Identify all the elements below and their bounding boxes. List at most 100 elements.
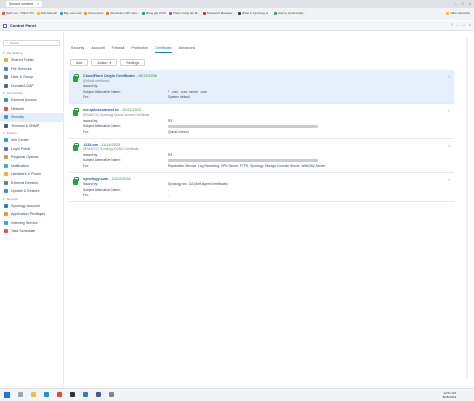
sidebar-section-label: File Sharing (6, 51, 23, 55)
sidebar-item-notification[interactable]: Notification (0, 162, 63, 171)
clock-date: 8/28/2023 (442, 395, 456, 399)
external-devices-icon (4, 180, 8, 185)
sidebar-item-label: Terminal & SNMP (11, 123, 40, 128)
for-row: For: System default (83, 95, 454, 99)
chrome-icon[interactable] (57, 392, 62, 397)
sidebar-item-info-center[interactable]: Info Center (0, 136, 63, 145)
sidebar-item-hardware-power[interactable]: Hardware & Power (0, 170, 63, 179)
tab-firewall[interactable]: Firewall (112, 46, 125, 53)
cert-expiry: - 11/14/2023 (98, 142, 121, 147)
maximize-icon[interactable]: □ (462, 2, 464, 6)
san-value (168, 124, 454, 128)
cert-name-text: .i234.me (83, 142, 98, 147)
mail-icon[interactable] (83, 392, 88, 397)
bookmark-item[interactable]: What is Synology H... (237, 11, 271, 15)
edge-icon[interactable] (44, 392, 49, 397)
search-input[interactable]: ⌕ Search (3, 40, 60, 46)
certificate-name: .i234.me - 11/14/2023 (83, 143, 454, 147)
app-title: Control Panel (10, 23, 37, 28)
redacted-value (168, 124, 318, 128)
close-icon[interactable]: × (37, 2, 39, 6)
control-panel-icon (3, 23, 7, 28)
close-app-icon[interactable]: × (469, 23, 471, 27)
bookmark-item[interactable]: Documents (84, 11, 103, 15)
sidebar-item-synology-account[interactable]: Synology Account (0, 202, 63, 211)
sidebar-item-regional-options[interactable]: Regional Options (0, 153, 63, 162)
settings-app-icon[interactable] (109, 392, 114, 397)
certificate-item[interactable]: ˄ CloudFlare Origin Certificate - 08/15/2… (69, 70, 454, 105)
bookmark-item[interactable]: Báng gia VCIS (142, 11, 166, 15)
sidebar-item-indexing-service[interactable]: Indexing Service (0, 219, 63, 228)
sidebar-section-label: Connectivity (6, 91, 23, 95)
san-row: Subject Alternative Name: (83, 124, 454, 128)
sidebar-item-network[interactable]: Network (0, 105, 63, 114)
sidebar-item-shared-folder[interactable]: Shared Folder (0, 56, 63, 65)
close-window-icon[interactable]: × (469, 2, 471, 6)
bookmark-label: Sach voi - Thành Thi (6, 11, 34, 15)
minimize-app-icon[interactable]: – (457, 23, 459, 27)
chevron-up-icon[interactable]: ˄ (448, 109, 450, 113)
certificate-list: ˄ CloudFlare Origin Certificate - 08/15/2… (69, 70, 454, 203)
sidebar-item-application-privileges[interactable]: Application Privileges (0, 210, 63, 219)
add-button[interactable]: Add (70, 59, 89, 66)
file-explorer-icon[interactable] (31, 392, 36, 397)
bookmark-item[interactable]: dinh Abosrill (36, 11, 57, 15)
cert-name-text: synology.com (83, 176, 109, 181)
sidebar-item-task-scheduler[interactable]: Task Scheduler (0, 227, 63, 236)
action-button[interactable]: Action ▾ (91, 59, 118, 66)
sidebar-item-file-services[interactable]: File Services (0, 65, 63, 74)
windows-start-icon[interactable] (4, 392, 10, 398)
san-value (168, 158, 454, 163)
chevron-up-icon[interactable]: ˄ (448, 178, 450, 182)
sidebar-item-label: Application Privileges (11, 212, 46, 217)
tab-certificate[interactable]: Certificate (154, 46, 172, 53)
sidebar-item-login-portal[interactable]: Login Portal (0, 145, 63, 154)
certificate-item[interactable]: ˄ synology.com - 10/22/2038 Issued by: Syno… (69, 173, 454, 203)
certificate-item[interactable]: ˄ ncl.quickconnect.to - 10/24/2023 (RSA/E… (69, 104, 454, 139)
browser-tab[interactable]: Secure content × (6, 1, 43, 7)
sidebar-item-terminal-snmp[interactable]: Terminal & SNMP (0, 122, 63, 131)
bookmark-item[interactable]: How to dynamically... (273, 11, 306, 15)
help-icon[interactable]: ? (451, 23, 453, 27)
bookmark-item[interactable]: Resolution SPI cabi... (106, 11, 139, 15)
sidebar-item-update-restore[interactable]: Update & Restore (0, 187, 63, 196)
bookmark-item[interactable]: Password Manager... (202, 11, 235, 15)
system-clock[interactable]: 12:51 AM 8/28/2023 (443, 391, 456, 399)
chevron-up-icon[interactable]: ˄ (448, 144, 450, 148)
chevron-up-icon[interactable]: ˄ (448, 75, 450, 79)
settings-button[interactable]: Settings (120, 59, 146, 66)
taskbar-apps (18, 392, 114, 397)
sidebar-item-security[interactable]: Security (0, 113, 63, 122)
tab-account[interactable]: Account (91, 46, 104, 53)
globe-icon (4, 98, 8, 103)
tab-security[interactable]: Security (71, 46, 84, 53)
file-services-icon (4, 66, 8, 71)
sidebar-item-external-devices[interactable]: External Devices (0, 179, 63, 188)
sidebar-item-domain-ldap[interactable]: Domain/LDAP (0, 82, 63, 91)
bookmark-item[interactable]: Cham mang lan lã... (168, 11, 200, 15)
other-favorites[interactable]: Other favorites (446, 9, 470, 17)
window-controls: – □ × (455, 0, 474, 8)
update-icon (4, 189, 8, 194)
sidebar-item-user-group[interactable]: User & Group (0, 73, 63, 82)
tab-advanced[interactable]: Advanced (179, 46, 195, 53)
toolbar: Add Action ▾ Settings (70, 59, 146, 66)
scrollbar[interactable] (466, 38, 468, 378)
minimize-icon[interactable]: – (455, 2, 457, 6)
sidebar-item-external-access[interactable]: External Access (0, 96, 63, 105)
bookmark-label: Bay vao mua (63, 11, 82, 15)
terminal-app-icon[interactable] (70, 392, 75, 397)
certificate-item[interactable]: ˄ .i234.me - 11/14/2023 (RSA/ECC) Synolog… (69, 139, 454, 173)
bookmark-item[interactable]: Sach voi - Thành Thi (2, 11, 34, 15)
notification-icon (4, 163, 8, 168)
search-taskbar-icon[interactable] (18, 392, 23, 397)
bookmark-item[interactable]: Bay vao mua (59, 11, 82, 15)
tab-strip: Secure content × – □ × (0, 0, 474, 8)
tab-protection[interactable]: Protection (131, 46, 148, 53)
sidebar-section-label: Services (6, 196, 19, 201)
sidebar-section-label: System (6, 131, 17, 135)
store-icon[interactable] (96, 392, 101, 397)
maximize-app-icon[interactable]: □ (463, 23, 465, 27)
bookmark-label: Báng gia VCIS (146, 11, 166, 15)
certificate-name: CloudFlare Origin Certificate - 08/15/20… (83, 74, 454, 78)
